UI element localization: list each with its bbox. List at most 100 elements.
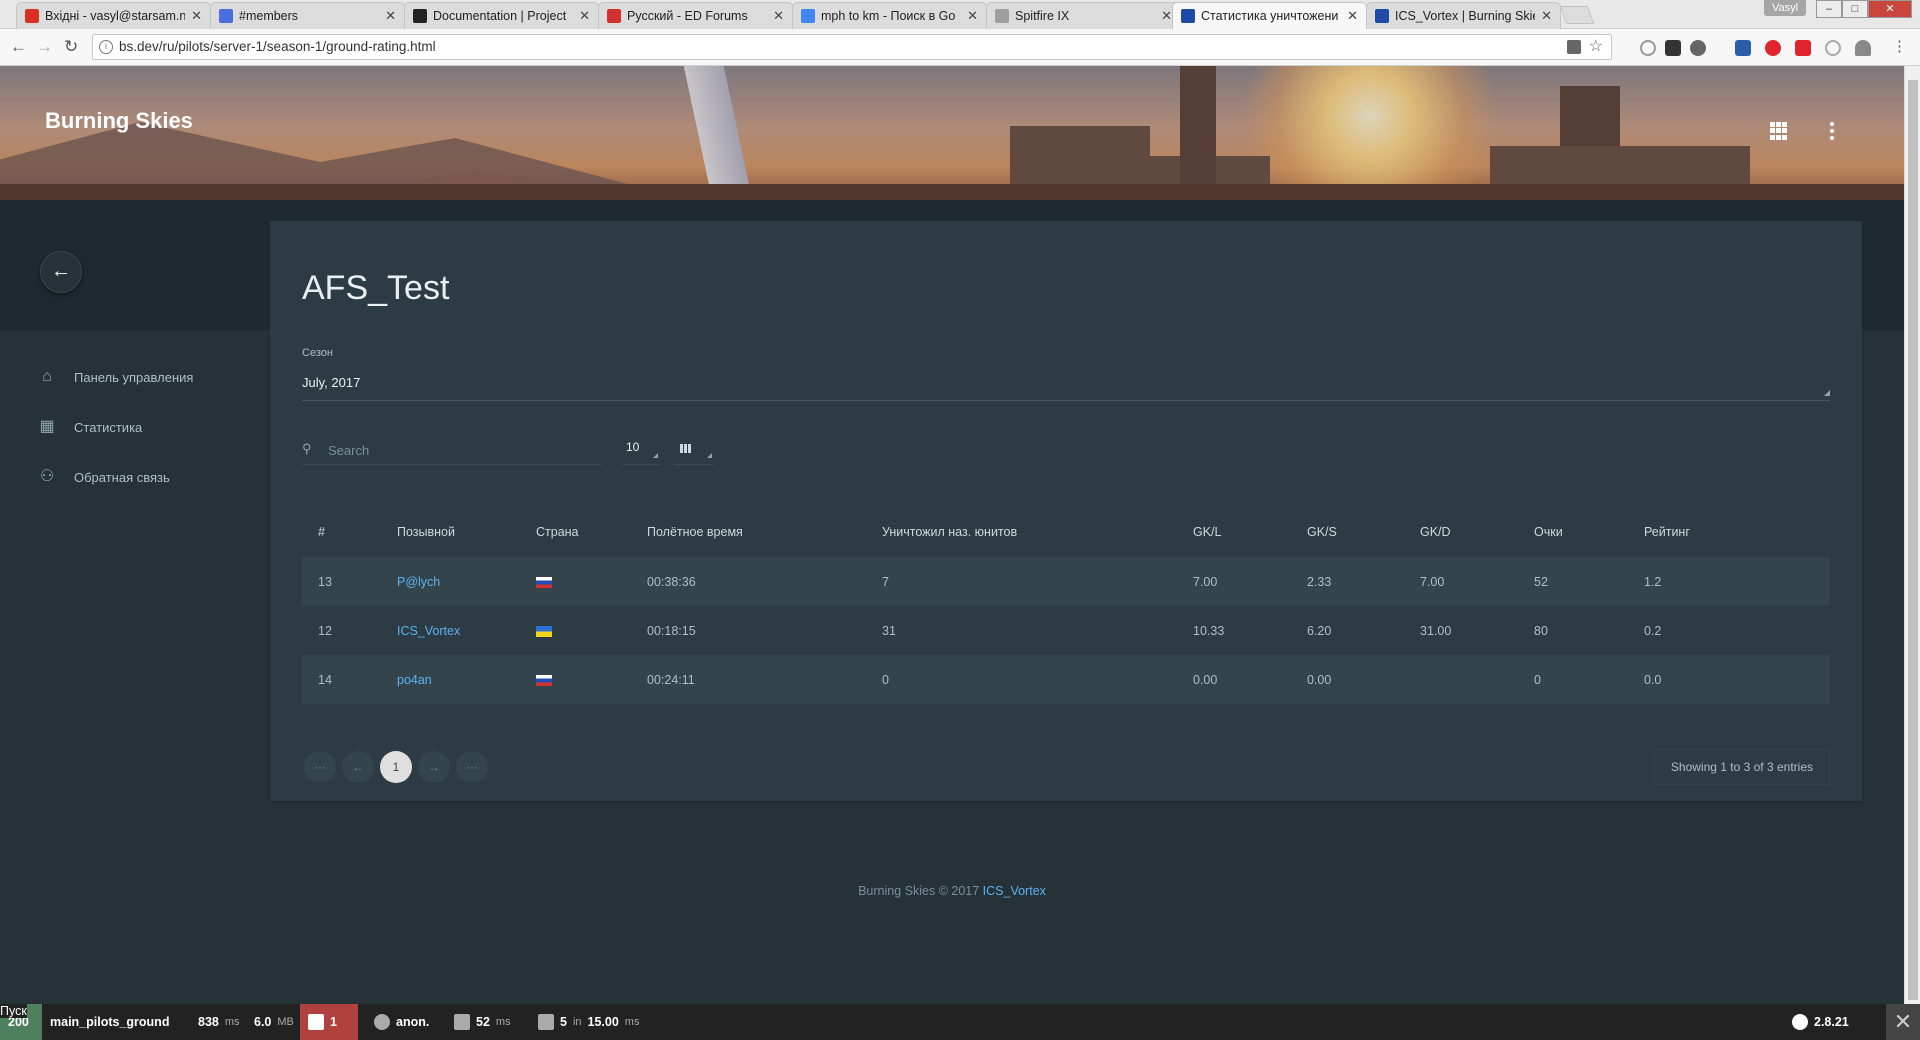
twig-time[interactable]: 52 ms: [446, 1004, 519, 1040]
tab-close-icon[interactable]: ✕: [385, 8, 396, 24]
page-size-select[interactable]: 10: [622, 435, 660, 465]
cell-destroyed: 31: [882, 623, 896, 638]
tab-close-icon[interactable]: ✕: [579, 8, 590, 24]
extension-opera-icon[interactable]: [1765, 40, 1781, 56]
select-caret-icon: [1824, 390, 1830, 396]
extension-download-icon[interactable]: [1735, 40, 1751, 56]
memory-value: 6.0: [254, 1015, 272, 1029]
window-close-button[interactable]: ✕: [1868, 0, 1912, 18]
tab-title: ICS_Vortex | Burning Skie: [1395, 9, 1536, 23]
browser-tab[interactable]: #members ✕: [210, 2, 405, 29]
db-queries[interactable]: 5 in 15.00 ms: [530, 1004, 647, 1040]
tab-close-icon[interactable]: ✕: [1541, 8, 1552, 24]
window-user-badge[interactable]: Vasyl: [1764, 0, 1807, 16]
column-header-points[interactable]: Очки: [1518, 507, 1628, 557]
tab-close-icon[interactable]: ✕: [1347, 8, 1358, 24]
footer: Burning Skies © 2017 ICS_Vortex: [0, 884, 1904, 898]
back-arrow-icon[interactable]: ←: [10, 37, 27, 57]
extension-jb-icon[interactable]: [1665, 40, 1681, 56]
db-time-unit: ms: [624, 1016, 640, 1028]
tab-favicon-icon: [219, 9, 233, 23]
people-icon: ⚇: [39, 468, 55, 485]
browser-tab[interactable]: ICS_Vortex | Burning Skie ✕: [1366, 2, 1561, 29]
tab-close-icon[interactable]: ✕: [1161, 8, 1172, 24]
browser-tab[interactable]: Вхідні - vasyl@starsam.n ✕: [16, 2, 211, 29]
columns-select[interactable]: [674, 435, 714, 465]
column-header-country[interactable]: Страна: [520, 507, 631, 557]
forward-arrow-icon[interactable]: →: [36, 37, 53, 57]
column-header-gkl[interactable]: GK/L: [1177, 507, 1291, 557]
table-row: 14 po4an 00:24:11 0 0.00 0.00 0 0.0: [302, 655, 1830, 704]
tab-close-icon[interactable]: ✕: [967, 8, 978, 24]
extension-red-icon[interactable]: [1795, 40, 1811, 56]
memory-usage[interactable]: 6.0 MB: [246, 1004, 302, 1040]
db-in-label: in: [572, 1016, 582, 1028]
column-header-flight-time[interactable]: Полётное время: [631, 507, 866, 557]
pagination-page-button[interactable]: 1: [380, 751, 412, 783]
pagination-last-button[interactable]: ···: [456, 751, 488, 783]
back-button[interactable]: ←: [40, 251, 82, 293]
sidebar-item-feedback[interactable]: ⚇ Обратная связь: [38, 468, 170, 486]
column-header-gkd[interactable]: GK/D: [1404, 507, 1518, 557]
minimize-button[interactable]: –: [1816, 0, 1842, 18]
symfony-version[interactable]: 2.8.21: [1784, 1004, 1857, 1040]
cell-callsign: ICS_Vortex: [381, 606, 520, 655]
page-scrollbar[interactable]: [1904, 66, 1920, 1004]
bookmark-star-icon[interactable]: ☆: [1589, 35, 1603, 59]
cell-gkl: 0.00: [1193, 672, 1218, 687]
pagination-next-button[interactable]: →: [418, 751, 450, 783]
footer-author-link[interactable]: ICS_Vortex: [983, 884, 1046, 898]
extension-ring-icon[interactable]: [1825, 40, 1841, 56]
reload-icon[interactable]: ↻: [64, 37, 78, 57]
pilot-link[interactable]: po4an: [397, 673, 432, 687]
tab-close-icon[interactable]: ✕: [773, 8, 784, 24]
cell-rank: 14: [318, 672, 332, 687]
twig-time-value: 52: [476, 1015, 490, 1029]
route-name[interactable]: main_pilots_ground: [42, 1004, 177, 1040]
logs-count: 1: [330, 1015, 337, 1029]
request-time-value: 838: [198, 1015, 219, 1029]
logs-badge[interactable]: 1: [300, 1004, 358, 1040]
cell-gks: 2.33: [1307, 574, 1332, 589]
cell-destroyed: 7: [882, 574, 889, 589]
security-user[interactable]: anon.: [366, 1004, 437, 1040]
column-header-rank[interactable]: #: [302, 507, 381, 557]
sidebar-item-statistics[interactable]: ▦ Статистика: [38, 418, 142, 436]
request-time[interactable]: 838 ms: [190, 1004, 248, 1040]
column-header-destroyed-ground[interactable]: Уничтожил наз. юнитов: [866, 507, 1177, 557]
browser-tab[interactable]: Documentation | Project ✕: [404, 2, 599, 29]
tab-title: Статистика уничтожени: [1201, 9, 1339, 23]
browser-menu-icon[interactable]: ⋮: [1892, 37, 1907, 55]
browser-tab[interactable]: mph to km - Поиск в Go ✕: [792, 2, 987, 29]
maximize-button[interactable]: □: [1842, 0, 1868, 18]
tab-close-icon[interactable]: ✕: [191, 8, 202, 24]
sidebar-item-dashboard[interactable]: ⌂ Панель управления: [38, 368, 193, 386]
column-header-callsign[interactable]: Позывной: [381, 507, 520, 557]
translate-icon[interactable]: [1567, 40, 1581, 54]
browser-tab[interactable]: Статистика уничтожени ✕: [1172, 2, 1367, 29]
pagination-prev-button[interactable]: ←: [342, 751, 374, 783]
tab-title: Spitfire IX: [1015, 9, 1070, 23]
extension-circle-icon[interactable]: [1640, 40, 1656, 56]
browser-tab[interactable]: Русский - ED Forums ✕: [598, 2, 793, 29]
pagination-first-button[interactable]: ···: [304, 751, 336, 783]
new-tab-button[interactable]: [1559, 6, 1595, 24]
toolbar-close-button[interactable]: ✕: [1886, 1004, 1920, 1040]
pilot-link[interactable]: P@lych: [397, 575, 440, 589]
column-header-gks[interactable]: GK/S: [1291, 507, 1404, 557]
apps-grid-icon[interactable]: [1770, 122, 1788, 140]
brand-title[interactable]: Burning Skies: [45, 108, 193, 134]
extension-ghost-icon[interactable]: [1855, 40, 1871, 56]
address-bar[interactable]: i bs.dev/ru/pilots/server-1/season-1/gro…: [92, 34, 1612, 60]
search-input[interactable]: [328, 439, 598, 461]
season-select[interactable]: July, 2017: [302, 371, 1830, 401]
version-value: 2.8.21: [1814, 1015, 1849, 1029]
log-icon: [308, 1014, 324, 1030]
extension-gear-icon[interactable]: [1690, 40, 1706, 56]
more-menu-icon[interactable]: [1830, 122, 1834, 140]
pilot-link[interactable]: ICS_Vortex: [397, 624, 460, 638]
cell-gkd: 7.00: [1420, 574, 1445, 589]
info-icon[interactable]: i: [99, 40, 113, 54]
browser-tab[interactable]: Spitfire IX ✕: [986, 2, 1181, 29]
column-header-rating[interactable]: Рейтинг: [1628, 507, 1830, 557]
